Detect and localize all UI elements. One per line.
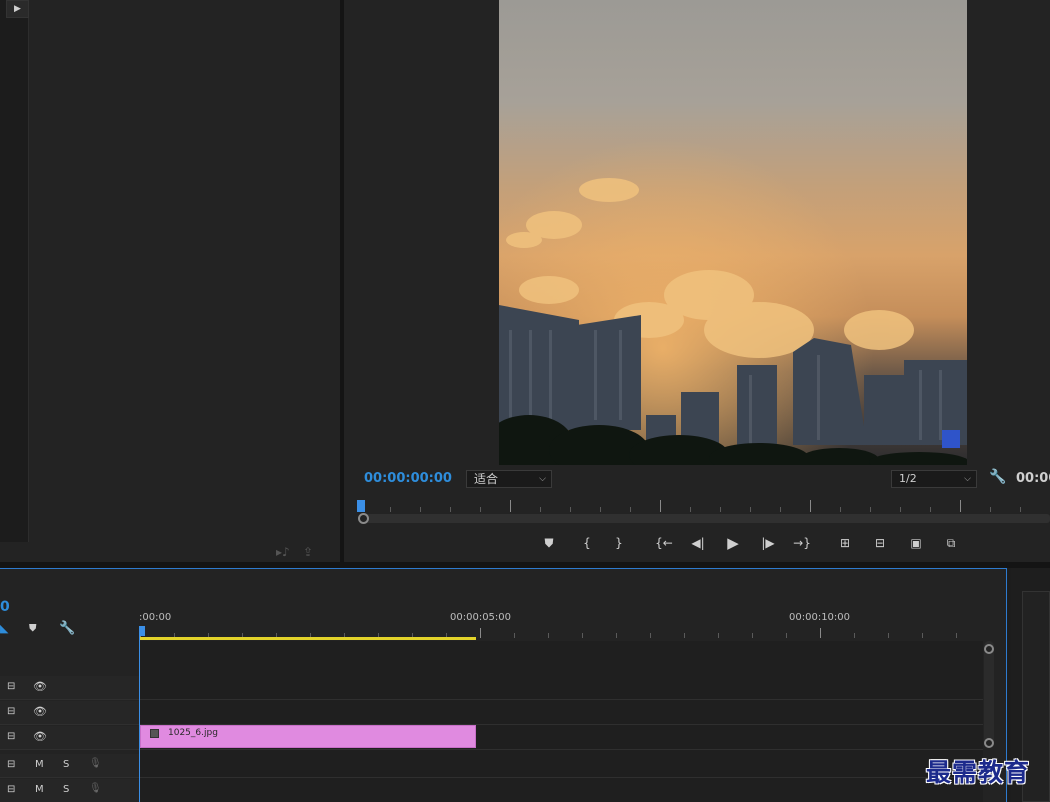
resolution-dropdown[interactable]: 1/2 ⌵ xyxy=(891,470,977,488)
chevron-down-icon: ⌵ xyxy=(539,474,546,484)
program-timecode[interactable]: 00:00:00:00 xyxy=(364,471,452,486)
scroll-handle-bottom[interactable] xyxy=(984,738,994,748)
lift-icon[interactable]: ⊞ xyxy=(834,533,856,553)
mark-out-icon[interactable]: } xyxy=(608,533,630,553)
duration-timecode: 00:00 xyxy=(1016,471,1050,486)
resolution-dropdown-value: 1/2 xyxy=(899,472,917,485)
export-icon[interactable]: ⇪ xyxy=(303,545,313,559)
ruler-label-0: :00:00 xyxy=(139,612,172,623)
add-marker-icon[interactable]: ⛊ xyxy=(29,623,37,634)
music-note-icon[interactable]: ▸♪ xyxy=(276,545,290,559)
monitor-playhead[interactable] xyxy=(357,500,365,512)
step-back-icon[interactable]: ◀| xyxy=(687,533,709,553)
chevron-down-icon: ⌵ xyxy=(964,474,971,484)
scroll-handle-top[interactable] xyxy=(984,644,994,654)
monitor-scrub-bar[interactable] xyxy=(360,514,1050,523)
snap-icon[interactable]: ◣ xyxy=(0,622,8,635)
track-lane xyxy=(0,754,983,778)
step-forward-icon[interactable]: |▶ xyxy=(757,533,779,553)
project-panel xyxy=(0,0,340,562)
project-panel-list xyxy=(0,0,29,542)
timeline-vertical-scrollbar[interactable] xyxy=(984,641,994,747)
play-icon[interactable]: ▶ xyxy=(722,533,744,553)
timeline-timecode[interactable]: 0 xyxy=(0,599,10,615)
wrench-icon[interactable]: 🔧 xyxy=(989,469,1006,485)
fit-dropdown[interactable]: 适合 ⌵ xyxy=(466,470,552,488)
camera-icon[interactable]: ▣ xyxy=(905,533,927,553)
image-clip-icon xyxy=(150,729,159,738)
go-to-in-icon[interactable]: {← xyxy=(653,533,675,553)
timeline-playhead[interactable] xyxy=(139,626,145,636)
scrub-handle[interactable] xyxy=(358,513,369,524)
marker-icon[interactable]: ⛊ xyxy=(538,533,560,553)
go-to-out-icon[interactable]: →} xyxy=(791,533,813,553)
track-lane xyxy=(0,676,983,700)
work-area-bar[interactable] xyxy=(140,637,476,640)
video-preview xyxy=(499,0,967,465)
timeline-playhead-line xyxy=(139,636,140,802)
mark-in-icon[interactable]: { xyxy=(576,533,598,553)
compare-icon[interactable]: ⧉ xyxy=(940,533,962,553)
extract-icon[interactable]: ⊟ xyxy=(869,533,891,553)
timeline-settings-icon[interactable]: 🔧 xyxy=(59,621,75,636)
monitor-ruler[interactable] xyxy=(360,498,1050,512)
track-lane xyxy=(0,779,983,802)
track-lane xyxy=(0,701,983,725)
watermark-logo: 最需教育 xyxy=(926,758,1031,787)
ruler-label-5s: 00:00:05:00 xyxy=(450,612,512,623)
ruler-label-10s: 00:00:10:00 xyxy=(789,612,851,623)
clip-label: 1025_6.jpg xyxy=(168,728,218,738)
expand-arrow-icon[interactable]: ▶ xyxy=(6,0,29,18)
fit-dropdown-value: 适合 xyxy=(474,472,499,486)
city-skyline-image xyxy=(499,0,967,465)
